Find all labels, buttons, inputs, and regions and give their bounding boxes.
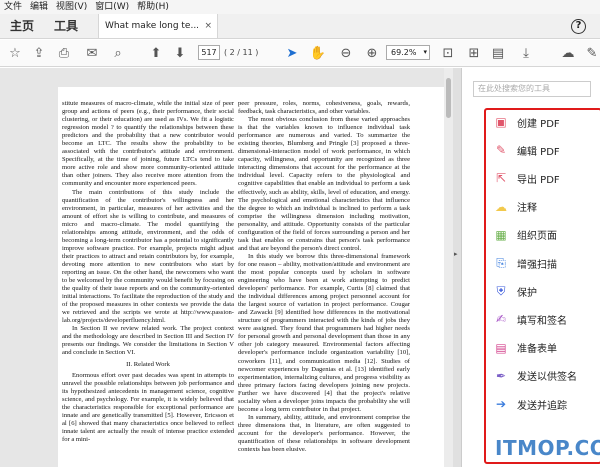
fit-page-icon[interactable]: ⊡ xyxy=(440,45,456,61)
tab-document-title: What make long te... xyxy=(105,21,200,31)
pen-icon[interactable]: ✎ xyxy=(584,45,600,61)
hand-tool-icon[interactable]: ✋ xyxy=(310,45,326,61)
text-column-left: stitute measures of macro-climate, while… xyxy=(62,100,234,444)
menu-bar: 文件 编辑 视图(V) 窗口(W) 帮助(H) xyxy=(0,0,600,14)
left-paragraph-2: In Section II we review related work. Th… xyxy=(62,325,234,357)
search-icon[interactable]: ⌕ xyxy=(110,45,126,61)
export-pdf-icon: ⇱ xyxy=(495,171,507,186)
page-up-icon[interactable]: ⬆ xyxy=(148,45,164,61)
tool-list: ▣ 创建 PDF ✎ 编辑 PDF ⇱ 导出 PDF ☁ 注释 ▦ 组织页面 ⎘ 增强扫描 ⛨ 保护 ✍ 填写… xyxy=(484,108,600,464)
bookmark-star-icon[interactable]: ☆ xyxy=(7,45,23,61)
send-for-signature-icon: ✒ xyxy=(495,368,507,383)
send-track-icon: ➔ xyxy=(495,397,507,411)
chevron-down-icon: ▾ xyxy=(423,48,427,56)
upload-icon[interactable]: ⇪ xyxy=(31,45,47,61)
prepare-form-icon: ▤ xyxy=(495,340,507,355)
tool-send-for-signature[interactable]: ✒ 发送以供签名 xyxy=(494,366,577,386)
tool-send-track[interactable]: ➔ 发送并追踪 xyxy=(494,394,567,414)
tab-tools[interactable]: 工具 xyxy=(44,14,88,38)
page-count: ( 2 / 11 ) xyxy=(224,48,259,57)
tool-organize-pages[interactable]: ▦ 组织页面 xyxy=(494,225,557,245)
create-pdf-icon: ▣ xyxy=(495,115,507,129)
menu-file[interactable]: 文件 xyxy=(0,0,26,14)
toolbar: ☆ ⇪ ⎙ ✉ ⌕ ⬆ ⬇ ➤ ✋ ⊖ ⊕ ⊡ ⊞ ▤ ⤓ ☁ ✎ xyxy=(0,40,600,67)
tool-label: 导出 PDF xyxy=(517,174,560,186)
left-paragraph-0: stitute measures of macro-climate, while… xyxy=(62,100,234,188)
pdf-page: stitute measures of macro-climate, while… xyxy=(58,87,444,467)
zoom-out-icon[interactable]: ⊖ xyxy=(338,45,354,61)
zoom-select[interactable]: 69.2% ▾ xyxy=(386,45,430,60)
tool-label: 创建 PDF xyxy=(517,118,560,130)
watermark: ITMOP.COM xyxy=(495,436,600,460)
organize-pages-icon: ▦ xyxy=(495,227,507,242)
tool-fill-sign[interactable]: ✍ 填写和签名 xyxy=(494,309,567,329)
tool-search-input[interactable]: 在此处搜索您的工具 xyxy=(473,81,591,97)
left-paragraph-1: The main contributions of this study inc… xyxy=(62,188,234,325)
scroll-thumb[interactable] xyxy=(446,78,451,118)
select-cursor-icon[interactable]: ➤ xyxy=(284,45,300,61)
tool-label: 编辑 PDF xyxy=(517,146,560,158)
tool-label: 组织页面 xyxy=(517,231,557,243)
tool-label: 发送以供签名 xyxy=(517,372,577,384)
page-down-icon[interactable]: ⬇ xyxy=(172,45,188,61)
tool-label: 填写和签名 xyxy=(517,315,567,327)
tool-label: 发送并追踪 xyxy=(517,400,567,412)
comment-icon[interactable]: ☁ xyxy=(560,45,576,61)
left-paragraph-4: Enormous effort over past decades was sp… xyxy=(62,371,234,443)
tool-comment[interactable]: ☁ 注释 xyxy=(494,197,537,217)
scroll-mode-icon[interactable]: ▤ xyxy=(490,45,506,61)
full-screen-icon[interactable]: ⊞ xyxy=(466,45,482,61)
help-icon[interactable]: ? xyxy=(571,19,586,34)
right-paragraph-1: The most obvious conclusion from these v… xyxy=(238,116,410,252)
tool-export-pdf[interactable]: ⇱ 导出 PDF xyxy=(494,168,560,188)
tool-label: 准备表单 xyxy=(517,344,557,356)
right-paragraph-3: In summary, ability, attitude, and envir… xyxy=(238,413,410,454)
download-icon[interactable]: ⤓ xyxy=(518,45,534,61)
left-paragraph-3: II. Related Work xyxy=(126,360,170,368)
tool-label: 保护 xyxy=(517,287,537,299)
document-area[interactable]: stitute measures of macro-climate, while… xyxy=(0,68,460,467)
enhance-scan-icon: ⎘ xyxy=(496,255,506,270)
text-column-right: peer pressure, roles, norms, cohesivenes… xyxy=(238,100,410,454)
tool-enhance-scan[interactable]: ⎘ 增强扫描 xyxy=(494,253,557,273)
zoom-value: 69.2% xyxy=(391,48,417,57)
page-number-input[interactable]: 517 xyxy=(198,45,220,60)
tool-protect[interactable]: ⛨ 保护 xyxy=(494,281,537,301)
tool-edit-pdf[interactable]: ✎ 编辑 PDF xyxy=(494,140,560,160)
menu-window[interactable]: 窗口(W) xyxy=(91,0,133,14)
collapse-panel-handle[interactable]: ▸ xyxy=(453,68,461,467)
menu-help[interactable]: 帮助(H) xyxy=(133,0,173,14)
right-paragraph-0: peer pressure, roles, norms, cohesivenes… xyxy=(238,100,410,116)
menu-view[interactable]: 视图(V) xyxy=(52,0,91,14)
fill-sign-icon: ✍ xyxy=(495,312,507,327)
right-paragraph-2: In this study we borrow this three-dimen… xyxy=(238,252,410,413)
tab-document[interactable]: What make long te... × xyxy=(98,14,219,38)
close-tab-icon[interactable]: × xyxy=(204,14,212,38)
protect-icon: ⛨ xyxy=(496,283,506,298)
menu-edit[interactable]: 编辑 xyxy=(26,0,52,14)
email-icon[interactable]: ✉ xyxy=(84,45,100,61)
zoom-in-icon[interactable]: ⊕ xyxy=(364,45,380,61)
tool-prepare-form[interactable]: ▤ 准备表单 xyxy=(494,338,557,358)
print-icon[interactable]: ⎙ xyxy=(56,45,72,61)
tool-label: 注释 xyxy=(517,203,537,215)
tool-label: 增强扫描 xyxy=(517,259,557,271)
edit-pdf-icon: ✎ xyxy=(495,143,507,158)
tools-panel: 在此处搜索您的工具 ▣ 创建 PDF ✎ 编辑 PDF ⇱ 导出 PDF ☁ 注释 ▦ 组织页面 ⎘… xyxy=(461,68,600,467)
chevron-right-icon: ▸ xyxy=(454,250,458,258)
vertical-scrollbar[interactable] xyxy=(444,68,453,467)
tab-home[interactable]: 主页 xyxy=(0,14,44,38)
comment-icon: ☁ xyxy=(495,199,507,214)
tab-bar: 主页 工具 What make long te... × xyxy=(0,14,600,39)
tool-create-pdf[interactable]: ▣ 创建 PDF xyxy=(494,112,560,132)
